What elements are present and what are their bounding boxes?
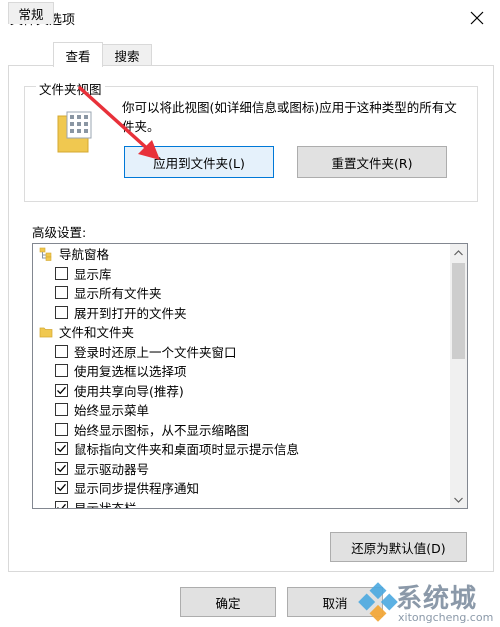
list-item[interactable]: 显示状态栏 <box>33 498 449 509</box>
list-category-navigation-pane: 导航窗格 <box>33 244 449 264</box>
restore-defaults-label: 还原为默认值(D) <box>351 540 446 556</box>
watermark-text: 系统城 <box>396 584 478 614</box>
checkbox-checked[interactable] <box>55 442 68 456</box>
list-item[interactable]: 显示驱动器号 <box>33 459 449 479</box>
folder-view-icon <box>57 111 92 153</box>
list-item-label: 登录时还原上一个文件夹窗口 <box>74 344 237 360</box>
watermark-url: xitongcheng.com <box>398 611 494 624</box>
checkmark-icon <box>57 386 66 395</box>
reset-folders-label: 重置文件夹(R) <box>331 155 413 171</box>
list-item[interactable]: 显示同步提供程序通知 <box>33 478 449 498</box>
list-item-label: 鼠标指向文件夹和桌面项时显示提示信息 <box>74 442 300 458</box>
folder-view-description: 你可以将此视图(如详细信息或图标)应用于这种类型的所有文件夹。 <box>122 100 457 134</box>
checkbox-checked[interactable] <box>55 500 68 508</box>
tab-general[interactable]: 常规 <box>8 2 54 24</box>
list-item-label: 始终显示菜单 <box>74 403 150 419</box>
list-category-files-and-folders: 文件和文件夹 <box>33 322 449 342</box>
list-item[interactable]: 鼠标指向文件夹和桌面项时显示提示信息 <box>33 439 449 459</box>
ok-label: 确定 <box>215 595 241 611</box>
tab-search[interactable]: 搜索 <box>102 44 152 66</box>
list-item-label: 显示状态栏 <box>74 500 137 509</box>
folder-view-group-title: 文件夹视图 <box>36 79 105 98</box>
advanced-settings-label: 高级设置: <box>32 225 87 240</box>
checkmark-icon <box>57 445 66 453</box>
list-item[interactable]: 始终显示菜单 <box>33 400 449 420</box>
checkbox-checked[interactable] <box>55 481 68 495</box>
checkbox[interactable] <box>55 422 68 436</box>
list-item[interactable]: 始终显示图标，从不显示缩略图 <box>33 420 449 440</box>
list-item-label: 始终显示图标，从不显示缩略图 <box>74 422 250 438</box>
list-item[interactable]: 使用共享向导(推荐) <box>33 381 449 401</box>
navigation-pane-icon <box>39 247 52 261</box>
apply-to-folders-label: 应用到文件夹(L) <box>153 155 245 171</box>
list-item[interactable]: 使用复选框以选择项 <box>33 361 449 381</box>
chevron-down-icon <box>454 497 463 503</box>
checkbox[interactable] <box>55 364 68 378</box>
close-icon <box>470 11 484 25</box>
list-category-label: 导航窗格 <box>59 247 110 263</box>
list-item[interactable]: 显示库 <box>33 264 449 284</box>
tab-view-label: 查看 <box>65 48 91 64</box>
list-item[interactable]: 展开到打开的文件夹 <box>33 303 449 323</box>
title-bar: 文件夹选项 <box>0 0 500 36</box>
list-item[interactable]: 显示所有文件夹 <box>33 283 449 303</box>
ok-button[interactable]: 确定 <box>180 587 276 617</box>
list-scrollbar[interactable] <box>450 244 467 508</box>
checkmark-icon <box>57 484 66 492</box>
scroll-up-button[interactable] <box>450 244 467 261</box>
tab-view[interactable]: 查看 <box>53 42 103 67</box>
list-item[interactable]: 登录时还原上一个文件夹窗口 <box>33 342 449 362</box>
scroll-thumb[interactable] <box>452 263 465 359</box>
reset-folders-button[interactable]: 重置文件夹(R) <box>297 146 447 178</box>
cancel-label: 取消 <box>322 595 348 611</box>
list-item-label: 显示驱动器号 <box>74 461 150 477</box>
checkbox-checked[interactable] <box>55 461 68 475</box>
list-item-label: 使用共享向导(推荐) <box>74 383 184 399</box>
list-item-label: 显示库 <box>74 266 112 282</box>
checkbox[interactable] <box>55 403 68 417</box>
checkbox-checked[interactable] <box>55 383 68 397</box>
checkbox[interactable] <box>55 286 68 300</box>
close-button[interactable] <box>454 0 500 36</box>
list-item-label: 使用复选框以选择项 <box>74 364 187 380</box>
tab-search-label: 搜索 <box>114 49 140 64</box>
checkmark-icon <box>57 464 66 473</box>
list-category-label: 文件和文件夹 <box>59 325 135 341</box>
checkbox[interactable] <box>55 305 68 319</box>
folder-icon <box>39 327 53 338</box>
scroll-down-button[interactable] <box>450 491 467 508</box>
tab-general-label: 常规 <box>18 7 44 22</box>
apply-to-folders-button[interactable]: 应用到文件夹(L) <box>124 146 274 178</box>
list-item-label: 显示所有文件夹 <box>74 286 162 302</box>
list-item-label: 显示同步提供程序通知 <box>74 481 200 497</box>
advanced-settings-list[interactable]: 导航窗格 显示库 显示所有文件夹 展开到打开的文件夹 文件和文件夹 登录时还原上… <box>32 243 468 509</box>
list-item-label: 展开到打开的文件夹 <box>74 305 187 321</box>
checkbox[interactable] <box>55 266 68 280</box>
checkmark-icon <box>57 503 66 508</box>
checkbox[interactable] <box>55 344 68 358</box>
restore-defaults-button[interactable]: 还原为默认值(D) <box>330 532 467 562</box>
chevron-up-icon <box>454 249 463 255</box>
